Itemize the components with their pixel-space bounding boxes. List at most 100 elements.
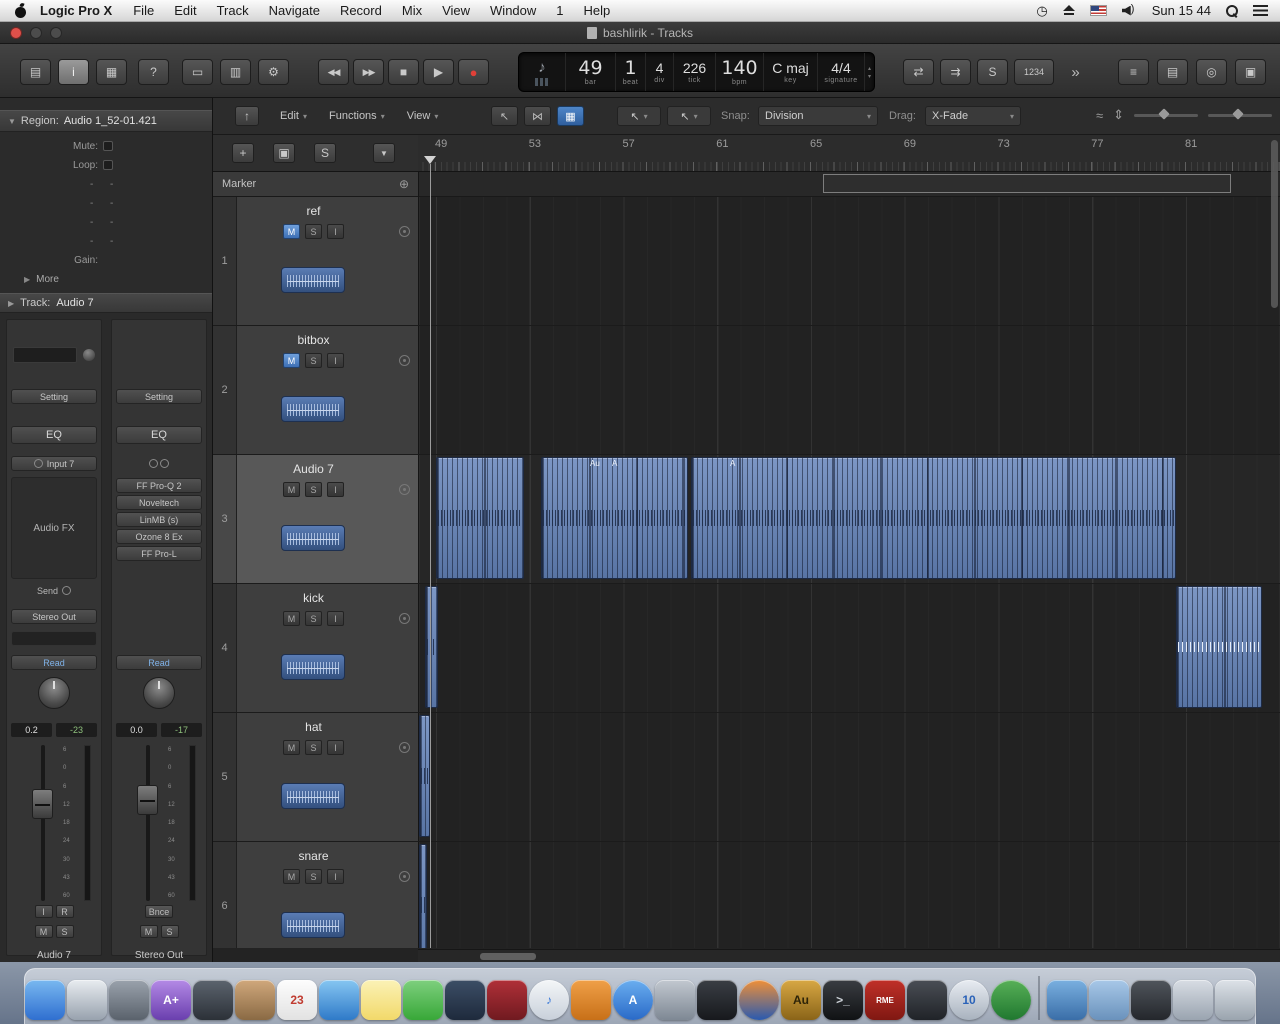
track-lane-ref[interactable]	[418, 197, 1280, 325]
pan-knob[interactable]	[38, 677, 70, 709]
plugin-slot-noveltech[interactable]: Noveltech	[116, 495, 202, 510]
track-input-button[interactable]: I	[327, 611, 344, 626]
bar-ruler[interactable]: 495357616569737781	[418, 135, 1280, 172]
menu-edit[interactable]: Edit▾	[275, 106, 312, 126]
autopunch-button[interactable]: ⇉	[940, 59, 971, 85]
dock-stack-folder-3[interactable]	[1173, 980, 1213, 1020]
dock-trash[interactable]	[1215, 980, 1255, 1020]
loop-checkbox[interactable]	[103, 160, 113, 170]
pan-knob-output[interactable]	[143, 677, 175, 709]
track-mute-button[interactable]: M	[283, 740, 300, 755]
eject-icon[interactable]	[1063, 5, 1075, 16]
menu-functions[interactable]: Functions▾	[324, 106, 390, 126]
track-header-hat[interactable]: 5hatMSI	[213, 713, 418, 841]
strip-button-r[interactable]: R	[56, 905, 74, 918]
mute-checkbox[interactable]	[103, 141, 113, 151]
more-disclosure-icon[interactable]: ▶	[24, 275, 30, 284]
track-inspector-header[interactable]: ▶ Track: Audio 7	[0, 293, 212, 313]
stereo-format-icon[interactable]	[112, 456, 206, 471]
dock-facetime[interactable]	[445, 980, 485, 1020]
volume-value[interactable]: -23	[56, 723, 97, 737]
automation-mode-button[interactable]: Read	[11, 655, 97, 670]
automation-mode-button-output[interactable]: Read	[116, 655, 202, 670]
track-lane-bitbox[interactable]	[418, 326, 1280, 454]
strip-name-right[interactable]: Stereo Out	[112, 950, 206, 961]
cycle-region[interactable]	[823, 174, 1231, 193]
dock-logic-pro[interactable]: Au	[781, 980, 821, 1020]
gain-param-row[interactable]: Gain:	[0, 251, 212, 270]
group-slot[interactable]	[11, 631, 97, 646]
minimize-window-button[interactable]	[30, 27, 42, 39]
apple-loops-button[interactable]: ◎	[1196, 59, 1227, 85]
add-track-button[interactable]: +	[232, 143, 254, 163]
send-slot[interactable]: Send	[11, 583, 97, 598]
lcd-tick-cell[interactable]: 226 tick	[673, 53, 715, 91]
remote-button[interactable]: ▭	[182, 59, 213, 85]
library-button[interactable]: ▤	[20, 59, 51, 85]
track-lane-snare[interactable]	[418, 842, 1280, 948]
track-lane-kick[interactable]	[418, 584, 1280, 712]
rewind-button[interactable]: ◀◀	[318, 59, 349, 85]
dock-stack-folder-2[interactable]	[1089, 980, 1129, 1020]
dock-terminal[interactable]: >_	[823, 980, 863, 1020]
zoom-window-button[interactable]	[50, 27, 62, 39]
strip-button-m[interactable]: M	[140, 925, 158, 938]
plugin-slot-ff-pro-l[interactable]: FF Pro-L	[116, 546, 202, 561]
dock-notes[interactable]	[361, 980, 401, 1020]
track-input-button[interactable]: I	[327, 869, 344, 884]
toolbox-button[interactable]: ⚙	[258, 59, 289, 85]
menu-item-record[interactable]: Record	[330, 0, 392, 22]
mixer-button[interactable]: ▥	[220, 59, 251, 85]
dock-stack-app-dark[interactable]	[1131, 980, 1171, 1020]
global-solo-button[interactable]: S	[314, 143, 336, 163]
waveform-zoom-icon[interactable]: ≈	[1096, 108, 1103, 123]
play-button[interactable]: ▶	[423, 59, 454, 85]
strip-name-left[interactable]: Audio 7	[7, 950, 101, 961]
plugin-slot-ff-pro-q-2[interactable]: FF Pro-Q 2	[116, 478, 202, 493]
track-lane-audio-7[interactable]: AuAA	[418, 455, 1280, 583]
menu-item-view[interactable]: View	[432, 0, 480, 22]
eq-display-output[interactable]: EQ	[116, 426, 202, 444]
stop-button[interactable]: ■	[388, 59, 419, 85]
horizontal-zoom-slider[interactable]	[1208, 114, 1272, 117]
menu-item-navigate[interactable]: Navigate	[259, 0, 330, 22]
track-header-audio-7[interactable]: 3Audio 7MSI	[213, 455, 418, 583]
disclosure-triangle-icon[interactable]: ▼	[8, 117, 16, 126]
pointer-tool-icon[interactable]: ↖	[491, 106, 518, 126]
track-mute-button[interactable]: M	[283, 869, 300, 884]
record-button[interactable]: ●	[458, 59, 489, 85]
audio-region[interactable]	[425, 586, 438, 708]
snap-menu[interactable]: Division▾	[758, 106, 878, 126]
audio-region[interactable]: A	[691, 457, 1176, 579]
track-input-button[interactable]: I	[327, 482, 344, 497]
fader-handle-output[interactable]	[137, 785, 158, 815]
track-header-kick[interactable]: 4kickMSI	[213, 584, 418, 712]
menubar-clock[interactable]: Sun 15 44	[1152, 3, 1211, 18]
audio-region[interactable]	[436, 457, 524, 579]
quick-help-button[interactable]: ?	[138, 59, 169, 85]
command-click-tool-menu[interactable]: ↖▾	[667, 106, 711, 126]
track-solo-button[interactable]: S	[305, 611, 322, 626]
dock-system-preferences[interactable]	[655, 980, 695, 1020]
strip-button-i[interactable]: I	[35, 905, 53, 918]
count-in-button[interactable]: 1234	[1014, 59, 1054, 85]
playhead-marker[interactable]	[424, 156, 436, 164]
lcd-signature-cell[interactable]: 4/4 signature	[817, 53, 865, 91]
menu-item-track[interactable]: Track	[207, 0, 259, 22]
dock-mail[interactable]	[319, 980, 359, 1020]
menu-item-mix[interactable]: Mix	[392, 0, 432, 22]
vertical-zoom-slider[interactable]	[1134, 114, 1198, 117]
menu-view[interactable]: View▾	[402, 106, 444, 126]
audio-region[interactable]	[1176, 586, 1262, 708]
menu-item-file[interactable]: File	[123, 0, 164, 22]
track-solo-button[interactable]: S	[305, 482, 322, 497]
setting-button-output[interactable]: Setting	[116, 389, 202, 404]
dock-disc-utility[interactable]: 10	[949, 980, 989, 1020]
apple-menu-icon[interactable]	[14, 3, 28, 18]
track-mute-button[interactable]: M	[283, 353, 300, 368]
horizontal-scrollbar[interactable]	[480, 953, 536, 960]
lcd-key-cell[interactable]: C maj key	[763, 53, 817, 91]
dock-itunes[interactable]: ♪	[529, 980, 569, 1020]
window-titlebar[interactable]: bashlirik - Tracks	[0, 22, 1280, 44]
track-solo-button[interactable]: S	[305, 869, 322, 884]
